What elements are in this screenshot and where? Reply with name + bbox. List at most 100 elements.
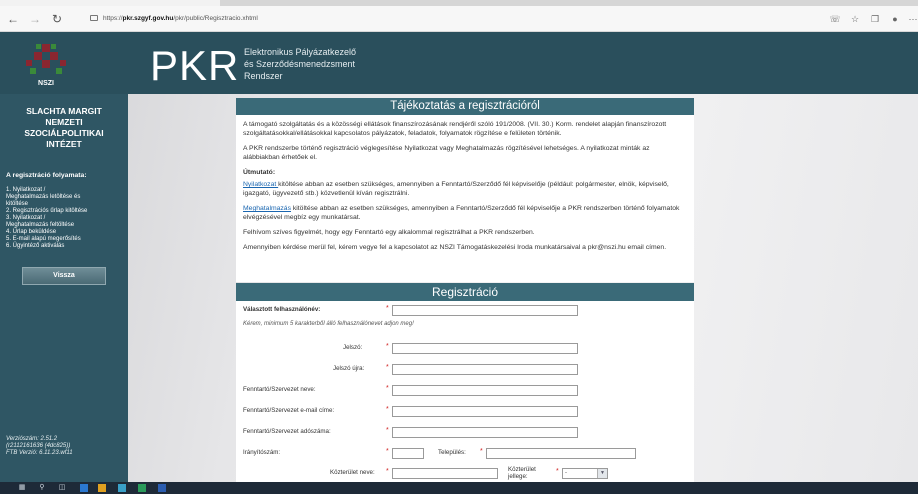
password-again-input[interactable]	[392, 364, 578, 375]
back-button[interactable]: Vissza	[22, 267, 106, 285]
info-paragraph: Nyilatkozat kitöltése abban az esetben s…	[243, 180, 687, 198]
street-type-label: Közterület jellege:	[508, 466, 536, 480]
reload-icon[interactable]: ↻	[48, 10, 66, 28]
process-step: 4. Űrlap beküldése	[6, 229, 57, 235]
store-app-icon[interactable]	[118, 484, 126, 492]
edge-browser-icon[interactable]	[80, 484, 88, 492]
process-steps: 1. Nyilatkozat / Meghatalmazás letöltése…	[6, 187, 124, 250]
street-name-label: Közterület neve:	[330, 469, 375, 476]
city-input[interactable]	[486, 448, 636, 459]
org-line: NEMZETI	[45, 117, 83, 127]
subtitle-line: és Szerződésmenedzsment	[244, 59, 356, 69]
more-menu-icon[interactable]: ⋯	[904, 10, 918, 28]
required-mark: *	[386, 406, 389, 413]
required-mark: *	[386, 427, 389, 434]
app-icon[interactable]	[138, 484, 146, 492]
svg-text:NSZI: NSZI	[38, 80, 54, 87]
required-mark: *	[386, 468, 389, 475]
org-name-input[interactable]	[392, 385, 578, 396]
url-prefix: https://	[103, 15, 123, 22]
org-line: SZOCIÁLPOLITIKAI	[24, 128, 104, 138]
org-tax-label: Fenntartó/Szervezet adószáma:	[243, 428, 331, 435]
favorites-star-icon[interactable]: ☆	[846, 10, 864, 28]
zip-label: Irányítószám:	[243, 449, 281, 456]
site-header: NSZI PKR Elektronikus Pályázatkezelő és …	[0, 32, 918, 94]
org-tax-input[interactable]	[392, 427, 578, 438]
guide-title: Útmutató:	[243, 169, 276, 176]
process-step: Meghatalmazás feltöltése	[6, 222, 75, 228]
file-explorer-icon[interactable]	[98, 484, 106, 492]
info-panel: Tájékoztatás a regisztrációról A támogat…	[236, 98, 694, 282]
version-info: Verziószám: 2.51.2 (r2112161636 (4dc825)…	[6, 436, 73, 457]
org-email-input[interactable]	[392, 406, 578, 417]
password-input[interactable]	[392, 343, 578, 354]
process-step: 6. Ügyintéző aktiválás	[6, 243, 65, 249]
process-step: 3. Nyilatkozat /	[6, 215, 46, 221]
zip-input[interactable]	[392, 448, 424, 459]
subtitle-line: Rendszer	[244, 71, 283, 81]
page: NSZI PKR Elektronikus Pályázatkezelő és …	[0, 32, 918, 482]
username-hint: Kérem, minimum 5 karakterből álló felhas…	[243, 321, 414, 327]
info-body: A támogató szolgáltatás és a közösségi e…	[236, 115, 694, 252]
address-bar[interactable]: https://pkr.szgyf.gov.hu/pkr/public/Regi…	[90, 11, 610, 27]
process-step: kitöltése	[6, 201, 29, 207]
back-arrow-icon[interactable]: ←	[4, 10, 22, 28]
org-name-label: Fenntartó/Szervezet neve:	[243, 386, 316, 393]
required-mark: *	[386, 448, 389, 455]
username-input[interactable]	[392, 305, 578, 316]
meghatalmazas-link[interactable]: Meghatalmazás	[243, 205, 291, 212]
nyilatkozat-link[interactable]: Nyilatkozat	[243, 181, 278, 188]
read-aloud-icon[interactable]: ☏	[826, 10, 844, 28]
password-again-label: Jelszó újra:	[333, 365, 365, 372]
registration-panel: Regisztráció Választott felhasználónév: …	[236, 283, 694, 482]
organization-name: SLACHTA MARGIT NEMZETI SZOCIÁLPOLITIKAI …	[0, 106, 128, 150]
process-step: 1. Nyilatkozat /	[6, 187, 46, 193]
browser-toolbar: ← → ↻ https://pkr.szgyf.gov.hu/pkr/publi…	[0, 6, 918, 32]
street-type-value: -	[565, 470, 567, 476]
info-paragraph: A PKR rendszerbe történő regisztráció vé…	[243, 145, 650, 161]
street-name-input[interactable]	[392, 468, 498, 479]
required-mark: *	[386, 385, 389, 392]
windows-start-icon[interactable]: ▦	[18, 484, 26, 492]
info-paragraph: Amennyiben kérdése merül fel, kérem vegy…	[243, 244, 667, 251]
info-panel-title: Tájékoztatás a regisztrációról	[236, 98, 694, 115]
password-label: Jelszó:	[343, 344, 363, 351]
street-type-select[interactable]: - ▼	[562, 468, 608, 479]
info-text: kitöltése abban az esetben szükséges, am…	[243, 181, 669, 197]
version-line: FTB Verzió: 6.11.23.wf11	[6, 450, 73, 456]
brand-subtitle: Elektronikus Pályázatkezelő és Szerződés…	[244, 46, 404, 82]
forward-arrow-icon[interactable]: →	[26, 10, 44, 28]
required-mark: *	[556, 468, 559, 475]
street-type-label-line: jellege:	[508, 473, 528, 480]
chevron-down-icon: ▼	[597, 469, 607, 478]
search-icon[interactable]: ⚲	[38, 484, 46, 492]
version-line: (r2112161636 (4dc825))	[6, 443, 71, 449]
street-type-label-line: Közterület	[508, 466, 536, 473]
os-taskbar: ▦ ⚲ ◫	[0, 482, 918, 494]
subtitle-line: Elektronikus Pályázatkezelő	[244, 47, 357, 57]
registration-title: Regisztráció	[236, 283, 694, 301]
username-label: Választott felhasználónév:	[243, 306, 321, 313]
required-mark: *	[386, 364, 389, 371]
org-email-label: Fenntartó/Szervezet e-mail címe:	[243, 407, 335, 414]
required-mark: *	[386, 343, 389, 350]
required-mark: *	[386, 305, 389, 312]
process-step: 2. Regisztrációs űrlap kitöltése	[6, 208, 88, 214]
profile-avatar-icon[interactable]: ●	[886, 10, 904, 28]
required-mark: *	[480, 448, 483, 455]
process-title: A regisztráció folyamata:	[6, 172, 87, 179]
collections-icon[interactable]: ❐	[866, 10, 884, 28]
sidebar: SLACHTA MARGIT NEMZETI SZOCIÁLPOLITIKAI …	[0, 94, 128, 482]
city-label: Település:	[438, 449, 466, 456]
word-app-icon[interactable]	[158, 484, 166, 492]
info-text: kitöltése abban az esetben szükséges, am…	[243, 205, 680, 221]
process-step: 5. E-mail alapú megerősítés	[6, 236, 81, 242]
info-paragraph: Felhívom szíves figyelmét, hogy egy Fenn…	[243, 229, 535, 236]
info-paragraph: Meghatalmazás kitöltése abban az esetben…	[243, 204, 687, 222]
org-line: SLACHTA MARGIT	[26, 106, 102, 116]
task-view-icon[interactable]: ◫	[58, 484, 66, 492]
url-host: pkr.szgyf.gov.hu	[122, 15, 174, 22]
nszi-logo-icon: NSZI	[26, 44, 66, 87]
info-paragraph: A támogató szolgáltatás és a közösségi e…	[243, 121, 667, 137]
url-path: /pkr/public/Regisztracio.xhtml	[173, 15, 258, 22]
